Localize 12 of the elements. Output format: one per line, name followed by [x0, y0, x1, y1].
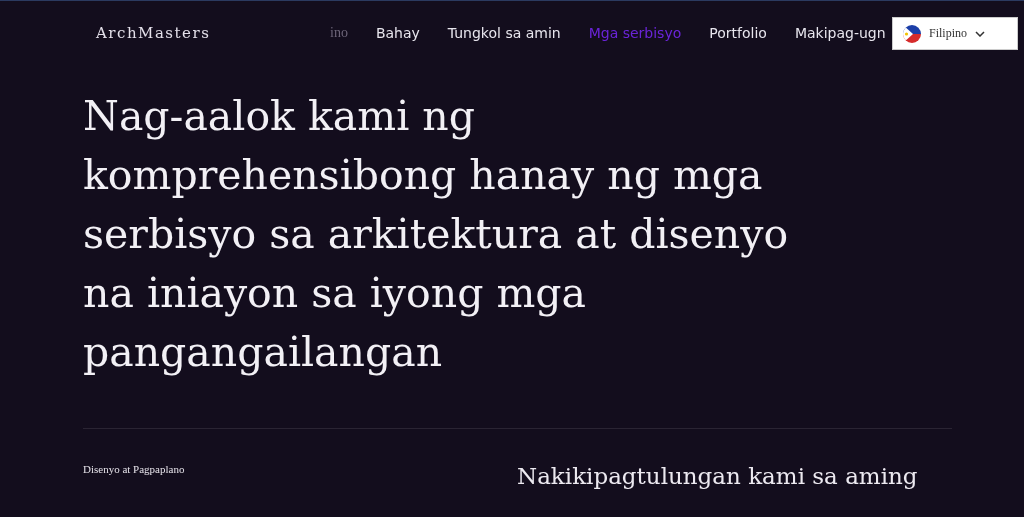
nav-link[interactable]: Makipag-ugn [794, 25, 886, 41]
flag-icon [903, 24, 921, 43]
logo[interactable]: ArchMasters [96, 24, 330, 42]
nav-link[interactable]: ino [330, 25, 348, 41]
section-label: Disenyo at Pagpaplano [83, 462, 186, 477]
nav-link[interactable]: Bahay [375, 25, 420, 41]
hero-heading: Nag-aalok kami ng komprehensibong hanay ng mga serbisyo sa arkitektura at disenyo na iniayon sa iyong mga pangangailangan [83, 91, 790, 378]
nav-link[interactable]: Tungkol sa amin [447, 25, 561, 41]
chevron-down-icon [975, 30, 985, 37]
section-paragraph: Nakikipagtulungan kami sa aming [517, 462, 919, 491]
language-select[interactable]: Filipino [892, 17, 1018, 50]
nav-link[interactable]: Portfolio [709, 25, 767, 41]
